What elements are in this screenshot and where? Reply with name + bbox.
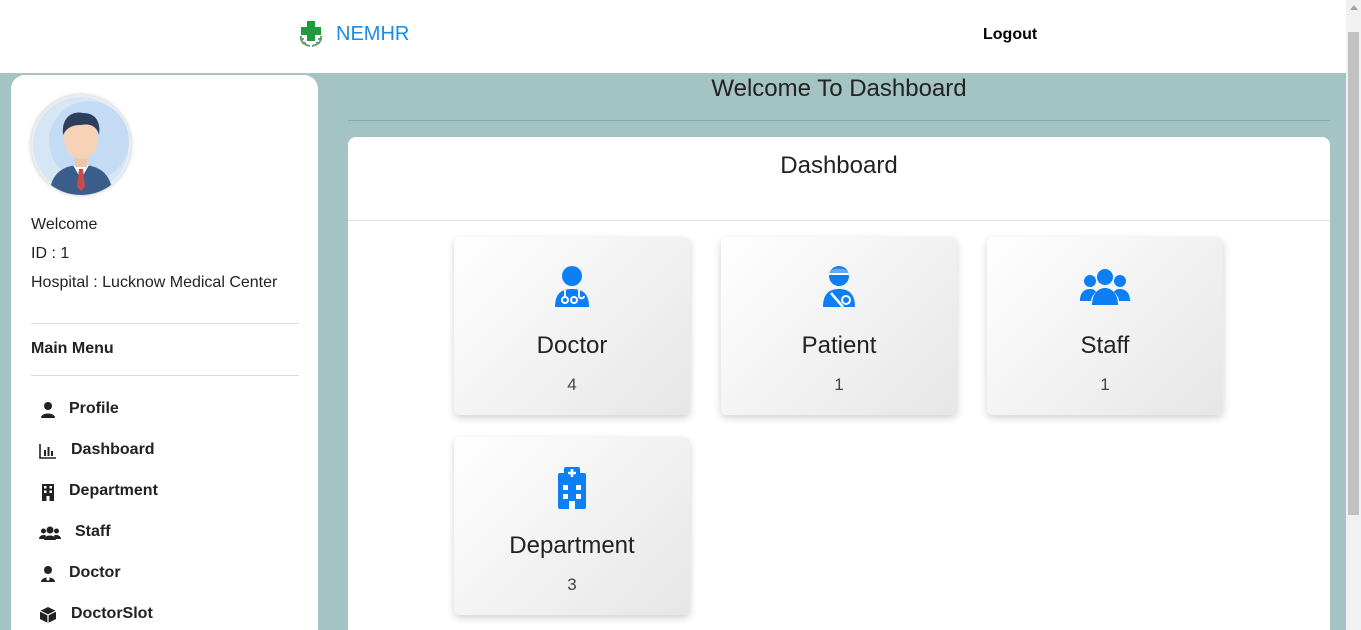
page-scrollbar[interactable] <box>1346 0 1361 630</box>
main-menu-heading: Main Menu <box>31 340 114 357</box>
user-icon <box>39 401 57 419</box>
sidebar-item-label: Staff <box>75 523 111 540</box>
card-count: 1 <box>834 375 844 394</box>
user-id-text: ID : 1 <box>31 245 70 262</box>
doctor-card[interactable]: Doctor 4 <box>454 237 690 415</box>
user-info: Welcome ID : 1 Hospital : Lucknow Medica… <box>31 215 277 302</box>
card-count: 4 <box>567 375 577 394</box>
sidebar-item-department[interactable]: Department <box>39 481 158 522</box>
sidebar-item-label: Profile <box>69 400 119 417</box>
sidebar-item-doctorslot[interactable]: DoctorSlot <box>39 604 158 630</box>
hospital-icon <box>552 465 592 509</box>
card-count: 3 <box>567 575 577 594</box>
card-label: Patient <box>801 332 877 359</box>
dashboard-panel: Dashboard Doctor 4 Patient 1 Staff 1 Dep… <box>348 137 1330 630</box>
staff-card[interactable]: Staff 1 <box>987 237 1223 415</box>
brand-name[interactable]: NEMHR <box>336 23 409 46</box>
divider <box>348 220 1330 221</box>
divider <box>348 120 1330 121</box>
department-card[interactable]: Department 3 <box>454 437 690 615</box>
sidebar-item-label: Doctor <box>69 564 121 581</box>
panel-title: Dashboard <box>780 152 898 179</box>
page-title: Welcome To Dashboard <box>711 75 967 102</box>
chart-bar-icon <box>39 442 57 460</box>
user-avatar-icon <box>31 95 131 195</box>
sidebar-item-label: Department <box>69 482 158 499</box>
card-label: Staff <box>1080 332 1130 359</box>
doctor-icon <box>39 565 57 583</box>
sidebar-item-staff[interactable]: Staff <box>39 522 158 563</box>
divider <box>31 375 299 376</box>
scrollbar-thumb[interactable] <box>1348 32 1359 515</box>
card-label: Department <box>509 532 635 559</box>
medical-cross-logo-icon <box>296 19 326 49</box>
user-doctor-icon <box>552 265 592 309</box>
patient-card[interactable]: Patient 1 <box>721 237 957 415</box>
card-count: 1 <box>1100 375 1110 394</box>
sidebar-item-label: Dashboard <box>71 441 155 458</box>
scroll-up-arrow-icon[interactable] <box>1350 5 1358 10</box>
users-icon <box>1080 265 1130 309</box>
user-injured-icon <box>819 265 859 309</box>
top-navbar: NEMHR Logout <box>0 0 1346 73</box>
sidebar-item-label: DoctorSlot <box>71 605 153 622</box>
logout-link[interactable]: Logout <box>983 26 1037 44</box>
box-icon <box>39 606 57 624</box>
brand-link[interactable]: NEMHR <box>296 19 409 49</box>
building-icon <box>39 483 57 501</box>
divider <box>31 323 299 324</box>
sidebar-item-doctor[interactable]: Doctor <box>39 563 158 604</box>
sidebar: Welcome ID : 1 Hospital : Lucknow Medica… <box>11 75 318 630</box>
card-label: Doctor <box>536 332 608 359</box>
users-icon <box>39 524 61 542</box>
sidebar-item-profile[interactable]: Profile <box>39 399 158 440</box>
sidebar-item-dashboard[interactable]: Dashboard <box>39 440 158 481</box>
hospital-text: Hospital : Lucknow Medical Center <box>31 274 278 291</box>
welcome-text: Welcome <box>31 216 98 233</box>
sidebar-menu: Profile Dashboard Department Staff Docto… <box>39 399 158 630</box>
